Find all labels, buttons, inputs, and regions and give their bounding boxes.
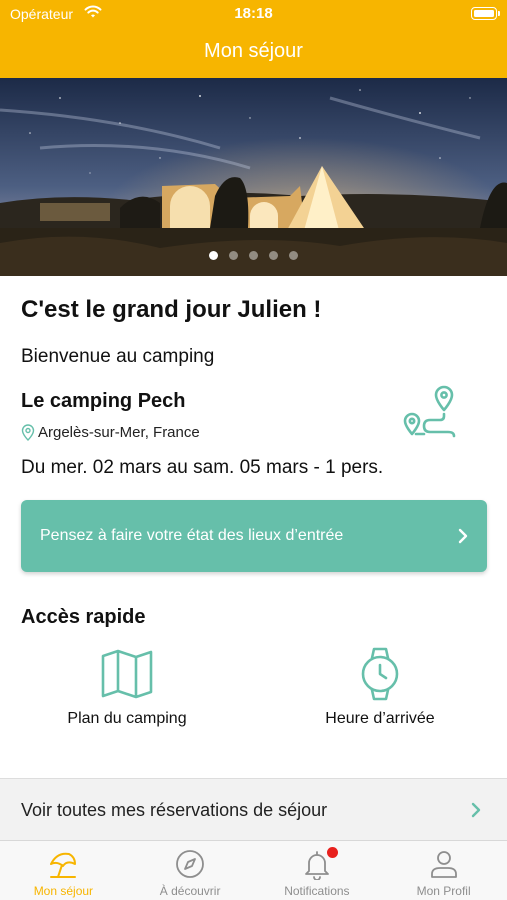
clock-time: 18:18 — [234, 5, 273, 22]
tab-notifications[interactable]: Notifications — [254, 841, 381, 900]
campsite-night-photo — [0, 78, 507, 276]
tab-label: À découvrir — [159, 884, 221, 898]
arrival-time-label: Heure d’arrivée — [325, 710, 435, 727]
battery-icon — [471, 7, 500, 20]
greeting-heading: C'est le grand jour Julien ! — [21, 296, 322, 323]
carousel-dot[interactable] — [289, 251, 298, 260]
tab-label: Notifications — [284, 884, 350, 898]
arrival-time-shortcut[interactable]: Heure d’arrivée — [280, 646, 480, 728]
tab-label: Mon Profil — [416, 884, 471, 898]
notification-badge — [326, 847, 338, 858]
map-icon — [101, 649, 153, 699]
carousel-dot[interactable] — [209, 251, 218, 260]
camping-map-label: Plan du camping — [67, 710, 187, 727]
tab-label: Mon séjour — [33, 884, 94, 898]
tab-mon-sejour[interactable]: Mon séjour — [0, 841, 127, 900]
user-icon — [430, 851, 457, 878]
page-title: Mon séjour — [204, 40, 303, 62]
welcome-text: Bienvenue au camping — [21, 346, 215, 367]
hero-carousel[interactable] — [0, 78, 507, 276]
banner-text: Pensez à faire votre état des lieux d’en… — [40, 527, 344, 544]
chevron-right-icon — [471, 802, 481, 818]
tab-bar: Mon séjour À découvrir Notifications Mon… — [0, 840, 507, 900]
all-reservations-link[interactable]: Voir toutes mes réservations de séjour — [0, 778, 507, 840]
route-icon[interactable] — [402, 384, 460, 442]
beach-umbrella-icon — [50, 852, 77, 878]
check-in-inventory-banner[interactable]: Pensez à faire votre état des lieux d’en… — [21, 500, 487, 572]
compass-icon — [176, 850, 205, 878]
stay-dates: Du mer. 02 mars au sam. 05 mars - 1 pers… — [21, 457, 384, 478]
camping-map-shortcut[interactable]: Plan du camping — [27, 646, 227, 728]
carousel-dot[interactable] — [229, 251, 238, 260]
nav-bar: Mon séjour — [0, 28, 507, 78]
carousel-dot[interactable] — [269, 251, 278, 260]
location-pin-icon — [21, 424, 35, 441]
location-text: Argelès-sur-Mer, France — [38, 424, 200, 441]
all-reservations-label: Voir toutes mes réservations de séjour — [21, 800, 328, 820]
camping-name: Le camping Pech — [21, 390, 186, 412]
watch-icon — [361, 647, 399, 701]
quick-access-title: Accès rapide — [21, 606, 146, 628]
chevron-right-icon — [458, 528, 468, 544]
status-bar: Opérateur 18:18 — [0, 0, 507, 28]
tab-mon-profil[interactable]: Mon Profil — [380, 841, 507, 900]
carousel-pagination[interactable] — [0, 251, 507, 260]
carousel-dot[interactable] — [249, 251, 258, 260]
camping-location: Argelès-sur-Mer, France — [21, 424, 200, 441]
tab-a-decouvrir[interactable]: À découvrir — [127, 841, 254, 900]
